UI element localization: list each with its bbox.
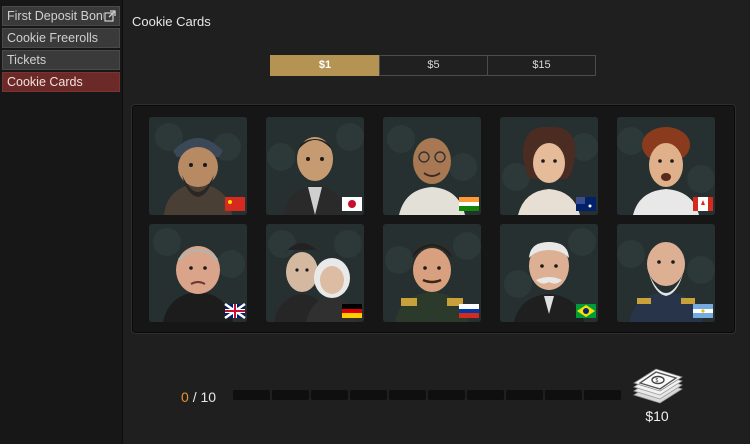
card-3[interactable] <box>383 117 481 215</box>
sidebar-item-label: First Deposit Bonus <box>7 9 117 23</box>
sidebar-item-label: Cookie Cards <box>7 75 83 89</box>
progress-segment <box>350 390 387 400</box>
buyin-tabs: $1 $5 $15 <box>270 55 596 76</box>
sidebar-item-tickets[interactable]: Tickets <box>2 50 120 70</box>
progress-total: 10 <box>200 389 217 405</box>
reward: $ <box>628 365 686 410</box>
progress-segment <box>272 390 309 400</box>
page-title: Cookie Cards <box>132 14 211 29</box>
russian-officer-card-icon <box>383 224 481 322</box>
card-2[interactable] <box>266 117 364 215</box>
card-9[interactable] <box>500 224 598 322</box>
churchill-card-icon <box>149 224 247 322</box>
sidebar-item-cookie-freerolls[interactable]: Cookie Freerolls <box>2 28 120 48</box>
progress-counter: 0 / 10 <box>181 389 216 405</box>
sidebar-item-cookie-cards[interactable]: Cookie Cards <box>2 72 120 92</box>
gandhi-card-icon <box>383 117 481 215</box>
progress-segment <box>545 390 582 400</box>
card-7[interactable] <box>266 224 364 322</box>
card-10[interactable] <box>617 224 715 322</box>
sidebar: First Deposit Bonus Cookie Freerolls Tic… <box>0 0 123 444</box>
progress-segment <box>467 390 504 400</box>
card-4[interactable] <box>500 117 598 215</box>
tab-15-dollar[interactable]: $15 <box>487 55 596 76</box>
argentine-general-card-icon <box>617 224 715 322</box>
card-grid <box>131 104 736 334</box>
progress-bar <box>233 390 621 400</box>
sidebar-item-first-deposit-bonus[interactable]: First Deposit Bonus <box>2 6 120 26</box>
progress-segment <box>506 390 543 400</box>
svg-text:$: $ <box>656 378 659 384</box>
cash-stack-icon: $ <box>633 368 683 404</box>
progress-current: 0 <box>181 389 189 405</box>
external-link-icon <box>104 10 116 22</box>
progress-separator: / <box>192 389 197 405</box>
card-5[interactable] <box>617 117 715 215</box>
brazilian-figure-card-icon <box>500 224 598 322</box>
sidebar-item-label: Tickets <box>7 53 47 67</box>
main-panel: Cookie Cards $1 $5 $15 0 / 10 $ $10 <box>123 0 750 444</box>
tab-5-dollar[interactable]: $5 <box>379 55 488 76</box>
tab-1-dollar[interactable]: $1 <box>270 55 380 76</box>
reward-amount: $10 <box>645 408 669 424</box>
brothers-card-icon <box>266 224 364 322</box>
confucius-card-icon <box>149 117 247 215</box>
app-root: First Deposit Bonus Cookie Freerolls Tic… <box>0 0 750 444</box>
card-1[interactable] <box>149 117 247 215</box>
progress-segment <box>389 390 426 400</box>
progress-segment <box>311 390 348 400</box>
card-8[interactable] <box>383 224 481 322</box>
sidebar-item-label: Cookie Freerolls <box>7 31 99 45</box>
woman-card-icon <box>500 117 598 215</box>
progress-segment <box>233 390 270 400</box>
card-6[interactable] <box>149 224 247 322</box>
curly-runner-card-icon <box>617 117 715 215</box>
progress-segment <box>584 390 621 400</box>
japanese-figure-card-icon <box>266 117 364 215</box>
progress-segment <box>428 390 465 400</box>
